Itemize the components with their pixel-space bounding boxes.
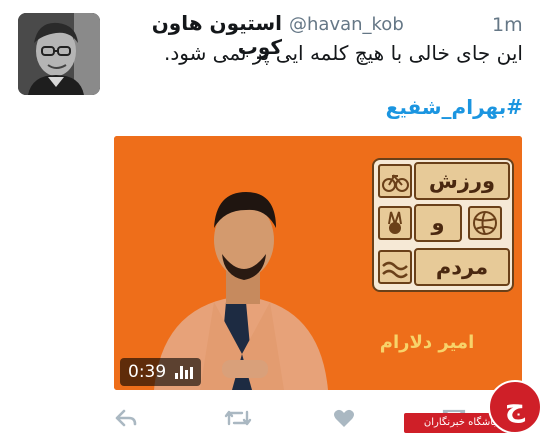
video-caption: امیر دلارام [379,332,475,353]
reply-icon [115,409,137,427]
avatar[interactable] [18,13,100,95]
shuttlecock-icon [378,206,412,240]
video-duration: 0:39 [128,362,167,382]
watermark-letter: ج [488,380,540,434]
tweet-timestamp[interactable]: 1m [492,14,523,36]
volleyball-icon [468,206,502,240]
retweet-icon [224,410,252,426]
watermark-logo: باشگاه خبرنگاران ج [404,378,540,435]
logo-word-and: و [414,204,462,242]
video-player[interactable]: ورزش و مردم امیر دلارام 0:39 [114,136,522,390]
logo-word-people: مردم [414,248,510,286]
tweet-text: این جای خالی با هیچ کلمه ایی پر نمی شود. [163,41,523,65]
program-logo: ورزش و مردم [372,158,514,292]
wave-icon [378,250,412,284]
retweet-button[interactable] [222,404,254,432]
reply-button[interactable] [110,404,142,432]
user-handle[interactable]: @havan_kob [289,14,404,35]
audio-bars-icon [175,365,194,379]
video-duration-badge: 0:39 [120,358,202,386]
like-button[interactable] [328,404,360,432]
logo-word-sport: ورزش [414,162,510,200]
hashtag-link[interactable]: #بهرام_شفیع [380,95,523,119]
heart-icon [334,409,354,427]
avatar-portrait [18,13,100,95]
bicycle-icon [378,164,412,198]
tweet-card: 1m @havan_kob استیون هاون کوب این جای خا… [0,0,540,435]
